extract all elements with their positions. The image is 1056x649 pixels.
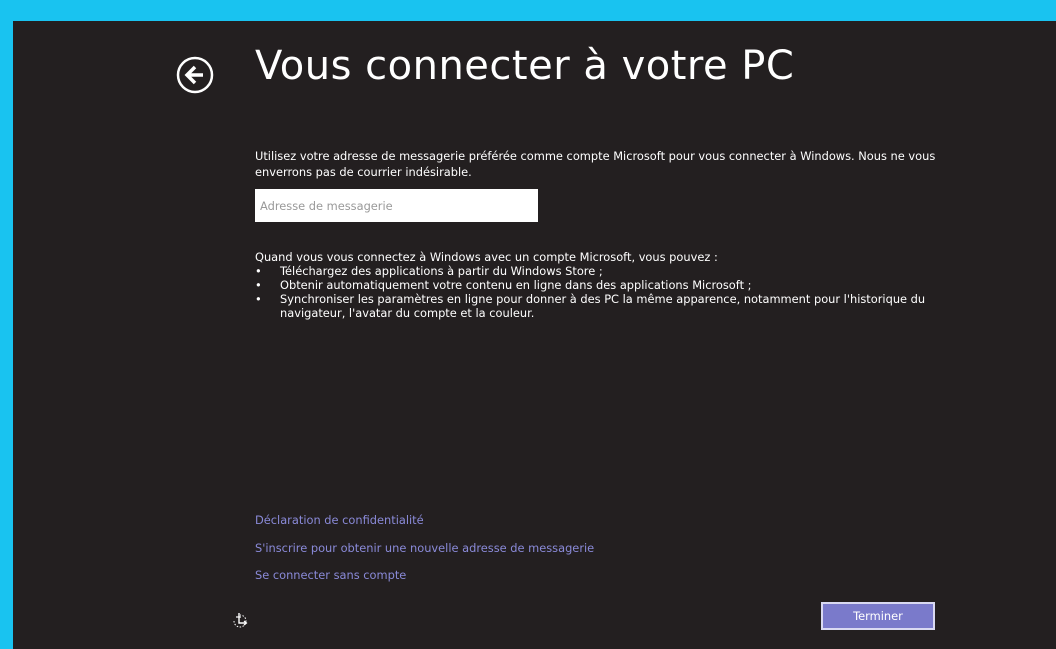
- list-item-text: Téléchargez des applications à partir du…: [280, 264, 603, 278]
- intro-text: Utilisez votre adresse de messagerie pré…: [255, 149, 936, 179]
- list-item-text: Synchroniser les paramètres en ligne pou…: [280, 292, 926, 320]
- bullet: •: [255, 278, 262, 292]
- list-item: • Obtenir automatiquement votre contenu …: [255, 278, 935, 292]
- signup-new-email-link[interactable]: S'inscrire pour obtenir une nouvelle adr…: [255, 541, 594, 555]
- list-item: • Synchroniser les paramètres en ligne p…: [255, 292, 935, 320]
- finish-button[interactable]: Terminer: [821, 602, 935, 630]
- setup-window: Vous connecter à votre PC Utilisez votre…: [13, 21, 1056, 649]
- benefits-list: • Téléchargez des applications à partir …: [255, 264, 935, 320]
- page-title: Vous connecter à votre PC: [255, 43, 795, 89]
- list-item: • Téléchargez des applications à partir …: [255, 264, 935, 278]
- email-field[interactable]: [255, 189, 538, 222]
- benefits-title: Quand vous vous connectez à Windows avec…: [255, 250, 718, 264]
- bullet: •: [255, 292, 262, 306]
- privacy-statement-link[interactable]: Déclaration de confidentialité: [255, 513, 424, 527]
- bullet: •: [255, 264, 262, 278]
- list-item-text: Obtenir automatiquement votre contenu en…: [280, 278, 752, 292]
- sign-in-without-account-link[interactable]: Se connecter sans compte: [255, 568, 406, 582]
- back-arrow-icon[interactable]: [175, 55, 215, 95]
- ease-of-access-icon[interactable]: [227, 608, 251, 632]
